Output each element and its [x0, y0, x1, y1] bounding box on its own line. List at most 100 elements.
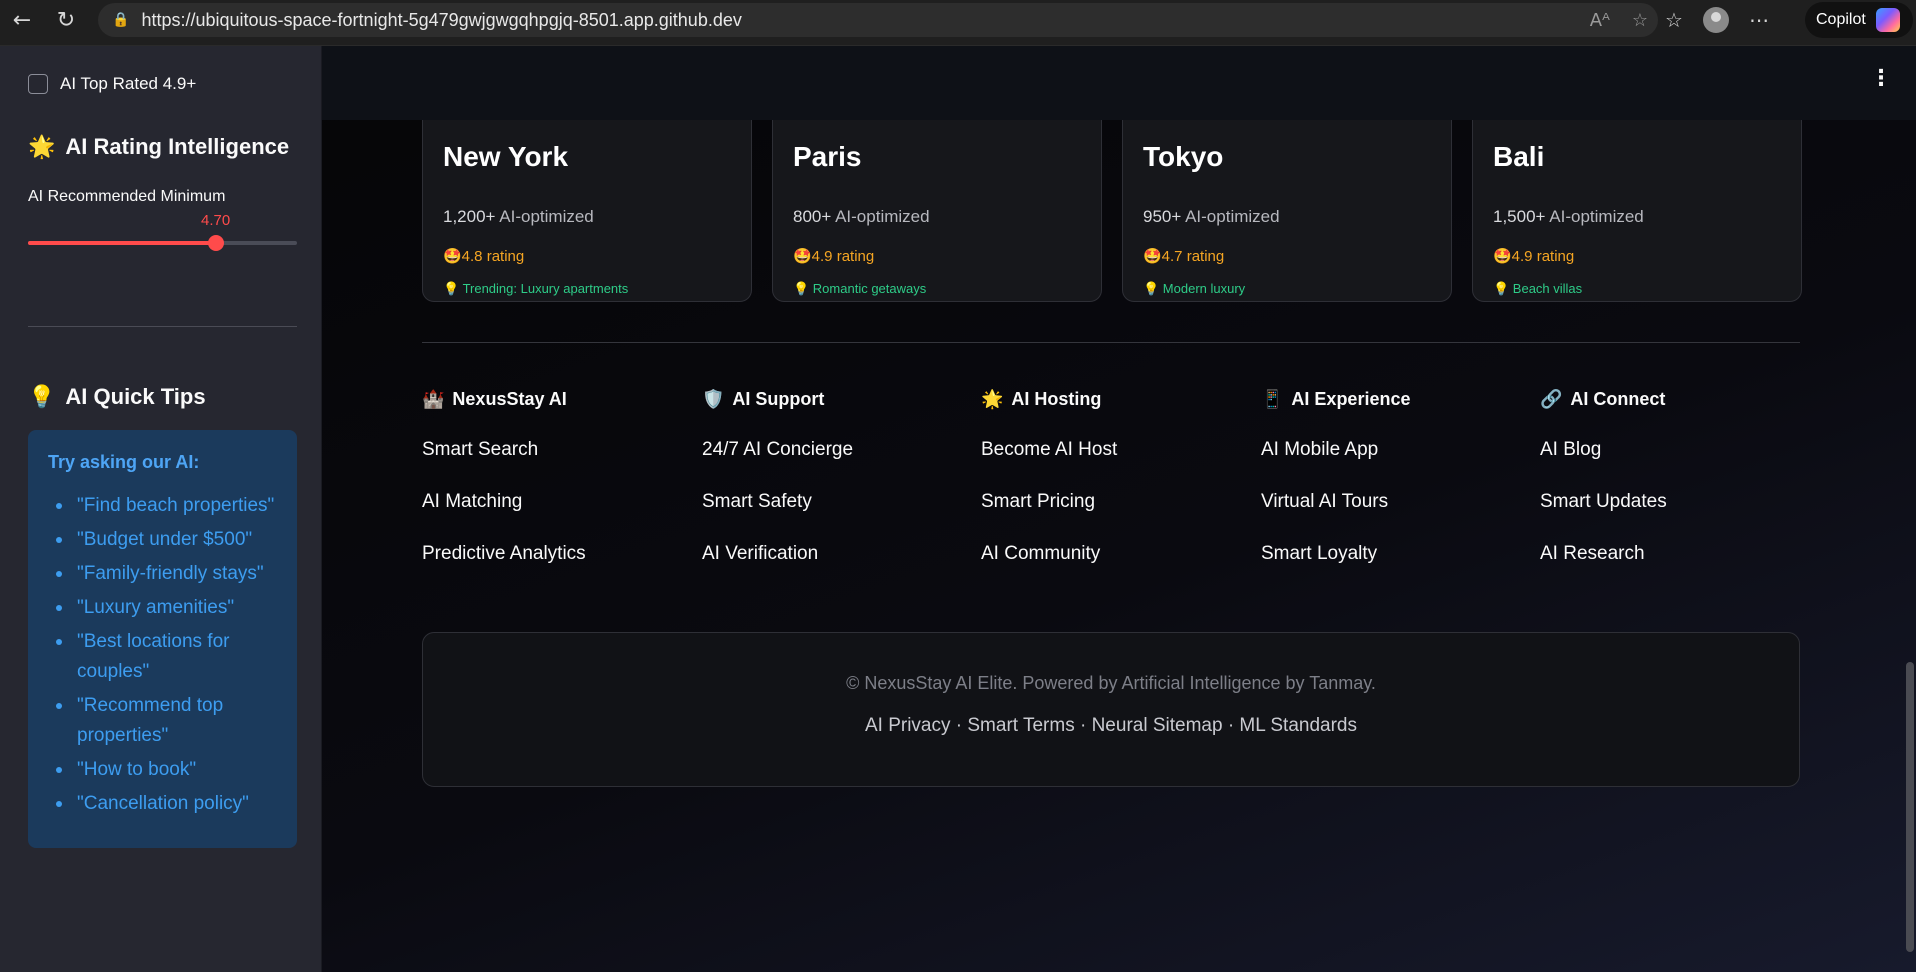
footer-link[interactable]: Become AI Host	[981, 439, 1251, 465]
tip-item: "Budget under $500"	[48, 525, 277, 555]
back-icon[interactable]: ←	[2, 0, 42, 40]
rating-heading-text: AI Rating Intelligence	[65, 134, 290, 159]
tip-item: "Find beach properties"	[48, 491, 277, 521]
tips-list: "Find beach properties" "Budget under $5…	[48, 491, 277, 819]
star-icon: 🌟	[981, 388, 1004, 409]
rating-slider[interactable]	[28, 235, 297, 251]
card-city: Bali	[1493, 141, 1545, 172]
sidebar: AI Top Rated 4.9+ 🌟 AI Rating Intelligen…	[0, 46, 322, 972]
copyright-text: © NexusStay AI Elite. Powered by Artific…	[846, 673, 1376, 693]
slider-value: 4.70	[201, 212, 231, 229]
footer-link[interactable]: Smart Pricing	[981, 491, 1251, 517]
footer-link[interactable]: 24/7 AI Concierge	[702, 439, 972, 465]
favorites-icon[interactable]: ☆	[1665, 8, 1683, 32]
footer-column-support: 🛡️ AI Support 24/7 AI Concierge Smart Sa…	[702, 386, 972, 569]
tip-item: "Luxury amenities"	[48, 593, 277, 623]
footer-heading-text: AI Hosting	[1011, 388, 1102, 409]
footer-heading-text: AI Experience	[1291, 388, 1411, 409]
footer-link[interactable]: AI Community	[981, 543, 1251, 569]
tip-item: "How to book"	[48, 755, 277, 785]
copilot-button[interactable]: Copilot	[1805, 2, 1913, 38]
mobile-phone-icon: 📱	[1261, 388, 1284, 409]
destination-cards: New York 1,200+ AI-optimized 🤩4.8 rating…	[422, 100, 1802, 302]
card-count-suffix: AI-optimized	[495, 207, 594, 226]
card-count: 1,500+ AI-optimized	[1493, 207, 1644, 227]
url-text[interactable]: https://ubiquitous-space-fortnight-5g479…	[141, 10, 741, 31]
footer-link[interactable]: Smart Safety	[702, 491, 972, 517]
card-count: 800+ AI-optimized	[793, 207, 930, 227]
profile-avatar[interactable]	[1702, 7, 1729, 33]
card-count-suffix: AI-optimized	[1181, 207, 1280, 226]
footer-heading-text: AI Connect	[1570, 388, 1666, 409]
card-count: 950+ AI-optimized	[1143, 207, 1280, 227]
card-count-suffix: AI-optimized	[831, 207, 930, 226]
footer-heading: 🔗 AI Connect	[1540, 386, 1810, 412]
destination-card-new-york[interactable]: New York 1,200+ AI-optimized 🤩4.8 rating…	[422, 100, 752, 302]
footer-divider	[422, 342, 1800, 343]
card-rating: 🤩4.8 rating	[443, 248, 525, 265]
tip-item: "Recommend top properties"	[48, 691, 277, 751]
footer-column-nexusstay: 🏰 NexusStay AI Smart Search AI Matching …	[422, 386, 692, 569]
tip-item: "Family-friendly stays"	[48, 559, 277, 589]
copilot-label: Copilot	[1816, 11, 1866, 28]
favorite-star-icon[interactable]: ☆	[1632, 10, 1648, 31]
legal-links[interactable]: AI Privacy · Smart Terms · Neural Sitema…	[423, 715, 1799, 737]
top-rated-label: AI Top Rated 4.9+	[60, 74, 197, 93]
main-content: New York 1,200+ AI-optimized 🤩4.8 rating…	[322, 46, 1916, 972]
page-scrollbar[interactable]	[1906, 662, 1914, 952]
top-rated-checkbox[interactable]	[28, 74, 48, 94]
footer-link[interactable]: Smart Loyalty	[1261, 543, 1531, 569]
footer-link[interactable]: Smart Search	[422, 439, 692, 465]
tip-item: "Best locations for couples"	[48, 627, 277, 687]
card-tip: 💡 Beach villas	[1493, 281, 1583, 296]
footer-heading: 🛡️ AI Support	[702, 386, 972, 412]
star-icon: 🌟	[28, 134, 56, 159]
card-city: Tokyo	[1143, 141, 1224, 172]
card-city: New York	[443, 141, 569, 172]
footer-link[interactable]: Virtual AI Tours	[1261, 491, 1531, 517]
footer-column-hosting: 🌟 AI Hosting Become AI Host Smart Pricin…	[981, 386, 1251, 569]
footer-heading-text: AI Support	[732, 388, 825, 409]
read-aloud-icon[interactable]: Aᴬ	[1590, 10, 1610, 31]
destination-card-tokyo[interactable]: Tokyo 950+ AI-optimized 🤩4.7 rating 💡 Mo…	[1122, 100, 1452, 302]
address-bar[interactable]: 🔒 https://ubiquitous-space-fortnight-5g4…	[98, 3, 1658, 37]
lock-icon: 🔒	[112, 12, 130, 28]
footer-link[interactable]: AI Verification	[702, 543, 972, 569]
footer-link[interactable]: Predictive Analytics	[422, 543, 692, 569]
destination-card-paris[interactable]: Paris 800+ AI-optimized 🤩4.9 rating 💡 Ro…	[772, 100, 1102, 302]
sidebar-divider	[28, 326, 297, 327]
shield-icon: 🛡️	[702, 388, 725, 409]
top-rated-checkbox-row[interactable]: AI Top Rated 4.9+	[28, 74, 196, 94]
card-count-number: 800+	[793, 207, 832, 226]
tips-info-box: Try asking our AI: "Find beach propertie…	[28, 430, 297, 848]
reload-icon[interactable]: ↻	[46, 0, 86, 40]
card-count-suffix: AI-optimized	[1545, 207, 1644, 226]
tips-heading-text: AI Quick Tips	[65, 384, 206, 409]
footer-heading-text: NexusStay AI	[452, 388, 567, 409]
footer-link[interactable]: Smart Updates	[1540, 491, 1810, 517]
castle-icon: 🏰	[422, 388, 445, 409]
slider-fill	[28, 241, 217, 245]
card-count-number: 1,200+	[443, 207, 496, 226]
card-rating: 🤩4.9 rating	[793, 248, 875, 265]
card-city: Paris	[793, 141, 862, 172]
main-menu-icon[interactable]: ⋮	[1870, 66, 1892, 91]
rating-heading: 🌟 AI Rating Intelligence	[28, 134, 289, 160]
copilot-logo-icon	[1875, 8, 1900, 32]
footer-link[interactable]: AI Matching	[422, 491, 692, 517]
destination-card-bali[interactable]: Bali 1,500+ AI-optimized 🤩4.9 rating 💡 B…	[1472, 100, 1802, 302]
card-count-number: 950+	[1143, 207, 1182, 226]
tip-item: "Cancellation policy"	[48, 789, 277, 819]
browser-toolbar: ← ↻ 🔒 https://ubiquitous-space-fortnight…	[0, 0, 1916, 46]
copyright-box: © NexusStay AI Elite. Powered by Artific…	[422, 632, 1800, 787]
footer-heading: 📱 AI Experience	[1261, 386, 1531, 412]
footer-link[interactable]: AI Mobile App	[1261, 439, 1531, 465]
slider-thumb[interactable]	[208, 235, 225, 251]
footer-link[interactable]: AI Research	[1540, 543, 1810, 569]
footer-link[interactable]: AI Blog	[1540, 439, 1810, 465]
app-header: ⋮	[322, 46, 1916, 120]
card-count: 1,200+ AI-optimized	[443, 207, 594, 227]
more-menu-icon[interactable]: ⋯	[1749, 8, 1769, 32]
card-tip: 💡 Romantic getaways	[793, 281, 927, 296]
card-count-number: 1,500+	[1493, 207, 1546, 226]
